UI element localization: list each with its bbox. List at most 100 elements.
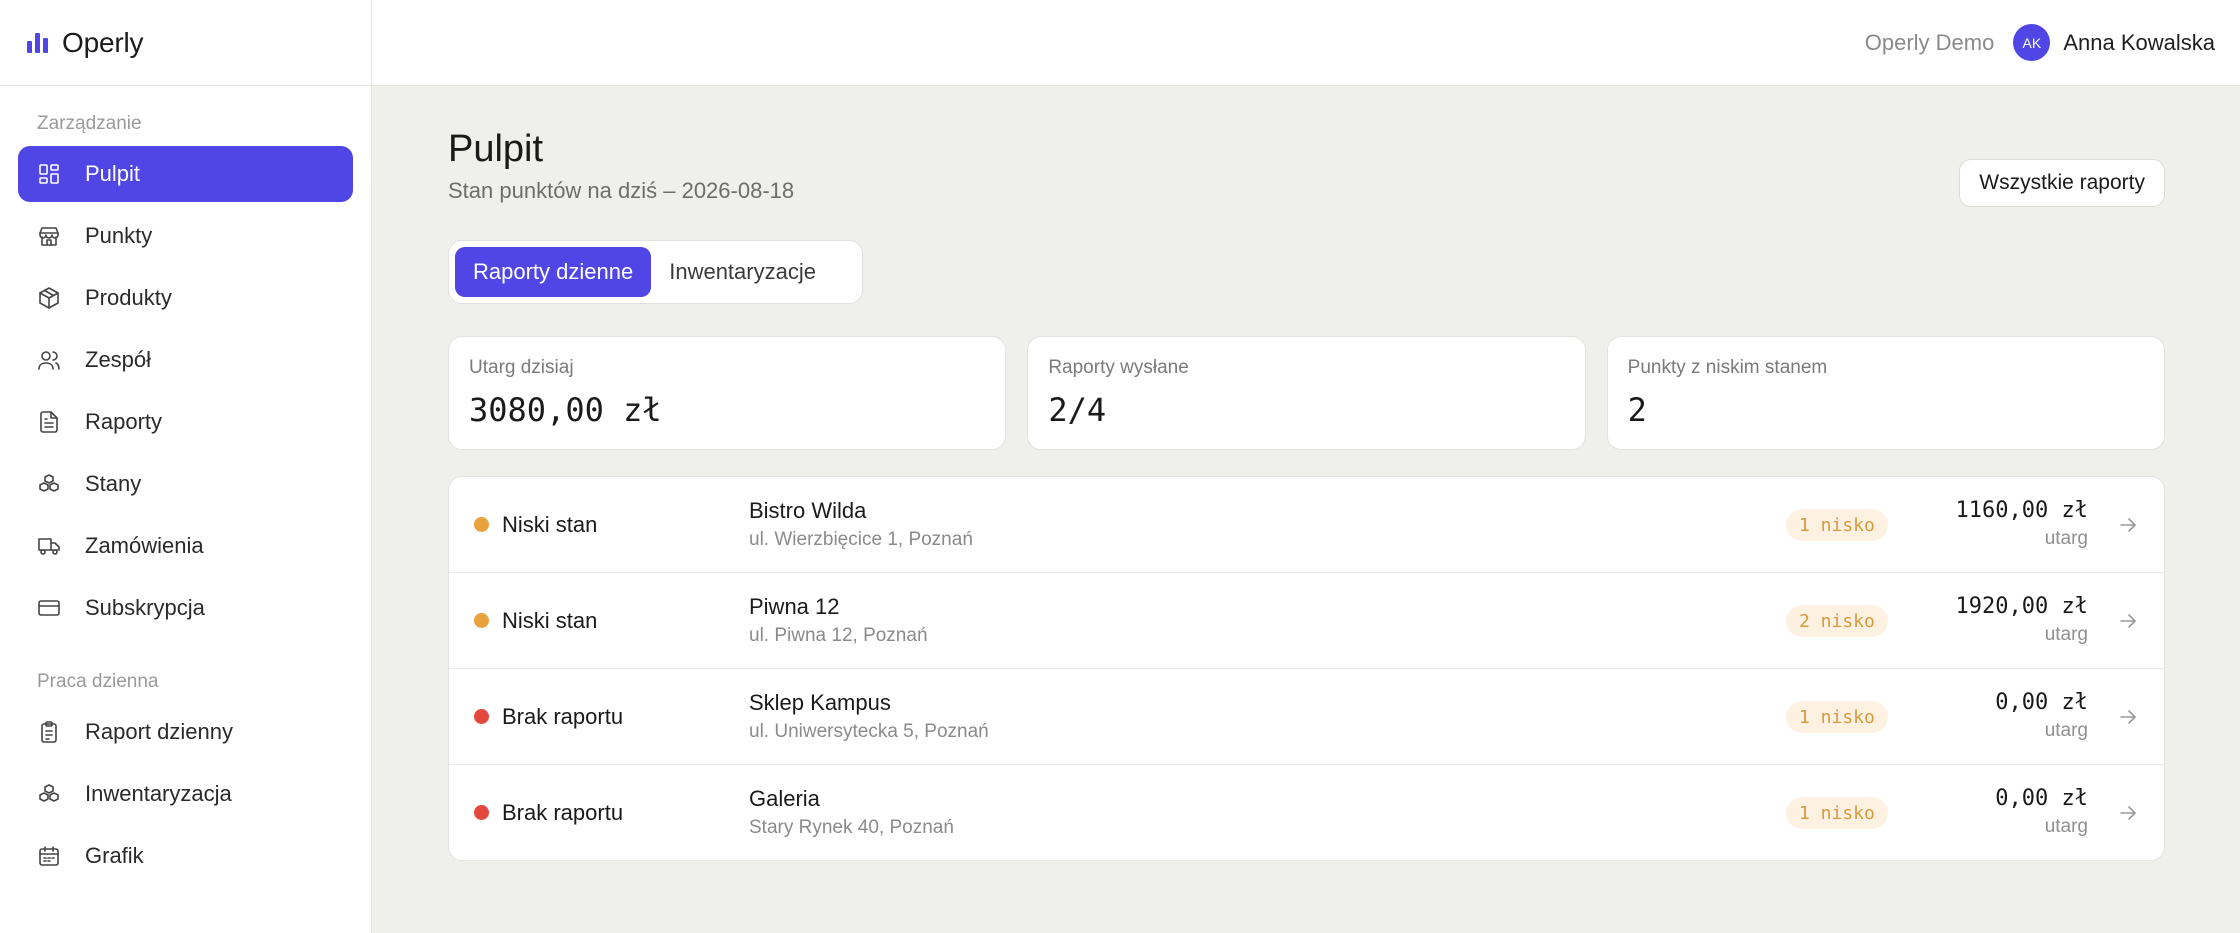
list-item[interactable]: Niski stan Piwna 12 ul. Piwna 12, Poznań… <box>449 573 2164 669</box>
stats-row: Utarg dzisiaj 3080,00 zł Raporty wysłane… <box>448 336 2165 450</box>
revenue-caption: utarg <box>2044 720 2088 741</box>
venue: Bistro Wilda ul. Wierzbięcice 1, Poznań <box>749 498 973 551</box>
stat-card-low-stock: Punkty z niskim stanem 2 <box>1606 336 2165 450</box>
dashboard-icon <box>36 161 62 187</box>
stat-value: 2 <box>1627 391 1647 429</box>
revenue: 0,00 zł utarg <box>1995 690 2088 742</box>
boxes-icon <box>36 781 62 807</box>
clipboard-icon <box>36 719 62 745</box>
organization-name[interactable]: Operly Demo <box>1865 30 1995 56</box>
tab-daily-reports[interactable]: Raporty dzienne <box>455 247 652 297</box>
status-dot-icon <box>474 805 489 820</box>
sidebar-item-pulpit[interactable]: Pulpit <box>18 146 353 202</box>
calendar-icon <box>36 843 62 869</box>
venue-address: ul. Wierzbięcice 1, Poznań <box>749 529 973 550</box>
status-dot-icon <box>474 613 489 628</box>
low-stock-badge: 1 nisko <box>1786 797 1888 829</box>
venue: Piwna 12 ul. Piwna 12, Poznań <box>749 594 928 647</box>
venue-address: Stary Rynek 40, Poznań <box>749 817 954 838</box>
sidebar-item-label: Pulpit <box>85 161 141 186</box>
list-item[interactable]: Niski stan Bistro Wilda ul. Wierzbięcice… <box>449 477 2164 573</box>
status: Niski stan <box>474 573 597 668</box>
sidebar-item-stany[interactable]: Stany <box>18 456 353 512</box>
arrow-right-icon[interactable] <box>2116 609 2140 633</box>
tab-inventories[interactable]: Inwentaryzacje <box>651 247 834 297</box>
sidebar-item-subskrypcja[interactable]: Subskrypcja <box>18 580 353 636</box>
sidebar-item-zespol[interactable]: Zespół <box>18 332 353 388</box>
sidebar-item-label: Grafik <box>85 843 144 868</box>
status-label: Brak raportu <box>502 703 624 729</box>
bar-chart-icon <box>27 32 48 53</box>
sidebar: Operly Zarządzanie Pulpit Punkty Produkt… <box>0 0 372 933</box>
revenue: 1920,00 zł utarg <box>1956 594 2088 646</box>
stat-value: 3080,00 zł <box>469 391 662 429</box>
revenue-value: 1160,00 zł <box>1955 498 2088 523</box>
report-tabs: Raporty dzienne Inwentaryzacje <box>448 240 863 304</box>
sidebar-item-label: Zespół <box>85 347 152 372</box>
venue-name: Galeria <box>749 786 820 811</box>
sidebar-item-label: Raport dzienny <box>85 719 233 744</box>
revenue: 0,00 zł utarg <box>1995 786 2088 838</box>
user-name[interactable]: Anna Kowalska <box>2063 30 2215 56</box>
page-title: Pulpit <box>448 128 544 170</box>
arrow-right-icon[interactable] <box>2116 801 2140 825</box>
list-item[interactable]: Brak raportu Sklep Kampus ul. Uniwersyte… <box>449 669 2164 765</box>
locations-list: Niski stan Bistro Wilda ul. Wierzbięcice… <box>448 476 2165 861</box>
app-name: Operly <box>62 26 144 58</box>
all-reports-button[interactable]: Wszystkie raporty <box>1959 159 2165 207</box>
status: Niski stan <box>474 477 597 572</box>
stat-card-revenue: Utarg dzisiaj 3080,00 zł <box>448 336 1007 450</box>
sidebar-item-label: Inwentaryzacja <box>85 781 232 806</box>
sidebar-item-label: Subskrypcja <box>85 595 205 620</box>
nav-daily: Raport dzienny Inwentaryzacja Grafik <box>0 704 371 884</box>
nav-section-title-daily: Praca dzienna <box>37 671 159 692</box>
stat-value: 2/4 <box>1048 391 1107 429</box>
sidebar-item-grafik[interactable]: Grafik <box>18 828 353 884</box>
low-stock-badge: 1 nisko <box>1786 701 1888 733</box>
stat-label: Punkty z niskim stanem <box>1627 357 1828 378</box>
revenue-value: 0,00 zł <box>1995 786 2088 811</box>
low-stock-badge: 2 nisko <box>1786 605 1888 637</box>
credit-card-icon <box>36 595 62 621</box>
venue-address: ul. Piwna 12, Poznań <box>749 625 928 646</box>
box-icon <box>36 285 62 311</box>
revenue-caption: utarg <box>2044 624 2088 645</box>
venue: Sklep Kampus ul. Uniwersytecka 5, Poznań <box>749 690 989 743</box>
sidebar-item-label: Produkty <box>85 285 172 310</box>
status: Brak raportu <box>474 765 623 860</box>
status-label: Brak raportu <box>502 799 624 825</box>
nav-section-title-management: Zarządzanie <box>37 113 142 134</box>
nav-management: Pulpit Punkty Produkty Zespół Raporty St… <box>0 146 371 636</box>
status-label: Niski stan <box>502 511 598 537</box>
page-subtitle: Stan punktów na dziś – 2026-08-18 <box>448 178 795 203</box>
sidebar-item-label: Stany <box>85 471 142 496</box>
arrow-right-icon[interactable] <box>2116 705 2140 729</box>
sidebar-item-label: Raporty <box>85 409 163 434</box>
list-item[interactable]: Brak raportu Galeria Stary Rynek 40, Poz… <box>449 765 2164 860</box>
venue-name: Bistro Wilda <box>749 498 867 523</box>
boxes-icon <box>36 471 62 497</box>
brand[interactable]: Operly <box>0 0 371 86</box>
revenue-value: 1920,00 zł <box>1955 594 2088 619</box>
avatar[interactable]: AK <box>2013 24 2051 61</box>
status: Brak raportu <box>474 669 623 764</box>
sidebar-item-raporty[interactable]: Raporty <box>18 394 353 450</box>
sidebar-item-punkty[interactable]: Punkty <box>18 208 353 264</box>
arrow-right-icon[interactable] <box>2116 513 2140 537</box>
sidebar-item-label: Zamówienia <box>85 533 204 558</box>
revenue: 1160,00 zł utarg <box>1956 498 2088 550</box>
sidebar-item-inwentaryzacja[interactable]: Inwentaryzacja <box>18 766 353 822</box>
sidebar-item-produkty[interactable]: Produkty <box>18 270 353 326</box>
stat-label: Raporty wysłane <box>1048 357 1189 378</box>
topbar: Operly Demo AK Anna Kowalska <box>372 0 2240 86</box>
venue-name: Sklep Kampus <box>749 690 891 715</box>
status-label: Niski stan <box>502 607 598 633</box>
stat-label: Utarg dzisiaj <box>469 357 574 378</box>
sidebar-item-zamowienia[interactable]: Zamówienia <box>18 518 353 574</box>
revenue-value: 0,00 zł <box>1995 690 2088 715</box>
venue: Galeria Stary Rynek 40, Poznań <box>749 786 954 839</box>
status-dot-icon <box>474 709 489 724</box>
sidebar-item-raport-dzienny[interactable]: Raport dzienny <box>18 704 353 760</box>
truck-icon <box>36 533 62 559</box>
status-dot-icon <box>474 517 489 532</box>
